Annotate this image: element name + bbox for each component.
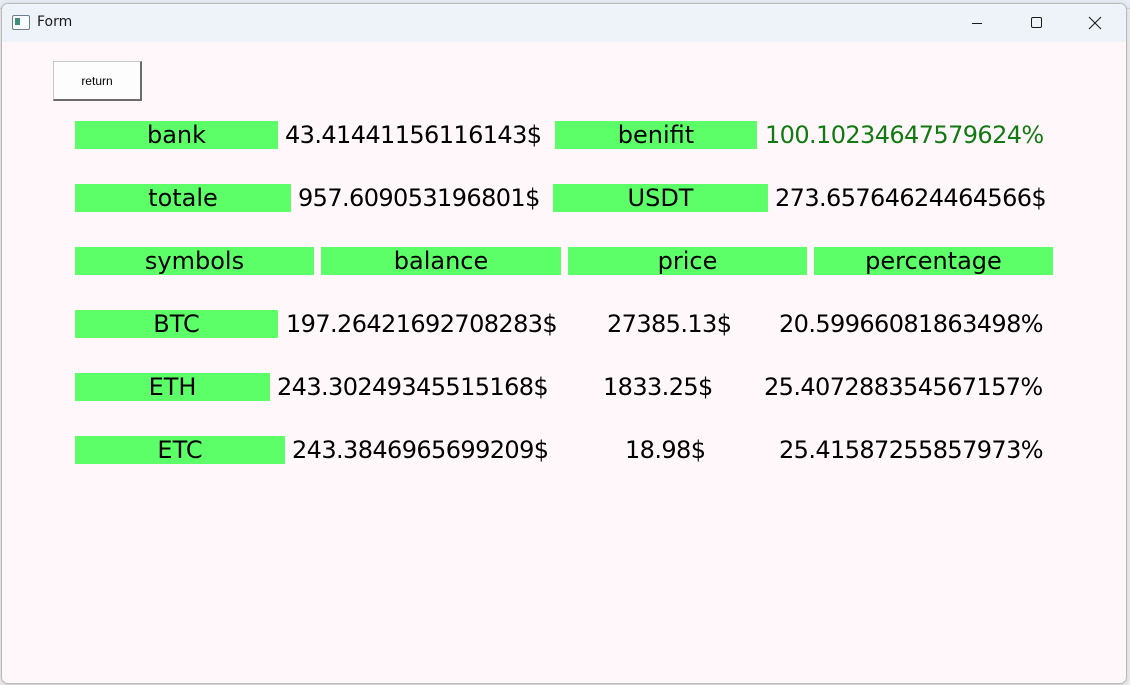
row-eth-percentage: 25.407288354567157%: [764, 373, 1043, 401]
maximize-icon: [1031, 17, 1042, 28]
header-symbols: symbols: [75, 247, 314, 275]
header-balance: balance: [321, 247, 561, 275]
window-title: Form: [37, 14, 73, 30]
usdt-label: USDT: [553, 184, 768, 212]
total-value: 957.609053196801$: [298, 184, 540, 212]
row-btc-symbol: BTC: [75, 310, 278, 338]
row-etc-balance: 243.3846965699209$: [292, 436, 549, 464]
bank-label: bank: [75, 121, 278, 149]
row-etc-symbol: ETC: [75, 436, 285, 464]
benefit-value: 100.10234647579624%: [765, 121, 1044, 149]
benefit-label: benifit: [555, 121, 757, 149]
return-button[interactable]: return: [53, 61, 142, 101]
row-btc-price: 27385.13$: [607, 310, 732, 338]
maximize-button[interactable]: [1006, 4, 1064, 42]
row-etc-price: 18.98$: [625, 436, 706, 464]
total-label: totale: [75, 184, 291, 212]
row-btc-percentage: 20.59966081863498%: [779, 310, 1044, 338]
row-eth-price: 1833.25$: [603, 373, 713, 401]
row-etc-percentage: 25.41587255857973%: [779, 436, 1044, 464]
close-icon: [1088, 16, 1102, 30]
form-window: Form return bank 43.41441156116143$ beni…: [1, 3, 1127, 684]
close-button[interactable]: [1064, 4, 1122, 42]
row-btc-balance: 197.26421692708283$: [286, 310, 558, 338]
form-content: return bank 43.41441156116143$ benifit 1…: [2, 42, 1126, 683]
minimize-button[interactable]: [948, 4, 1006, 42]
bank-value: 43.41441156116143$: [285, 121, 542, 149]
row-eth-symbol: ETH: [75, 373, 270, 401]
row-eth-balance: 243.30249345515168$: [277, 373, 549, 401]
usdt-value: 273.65764624464566$: [775, 184, 1047, 212]
header-percentage: percentage: [814, 247, 1053, 275]
minimize-icon: [972, 23, 982, 24]
header-price: price: [568, 247, 807, 275]
title-bar[interactable]: Form: [2, 4, 1126, 42]
app-window-icon: [12, 15, 30, 30]
